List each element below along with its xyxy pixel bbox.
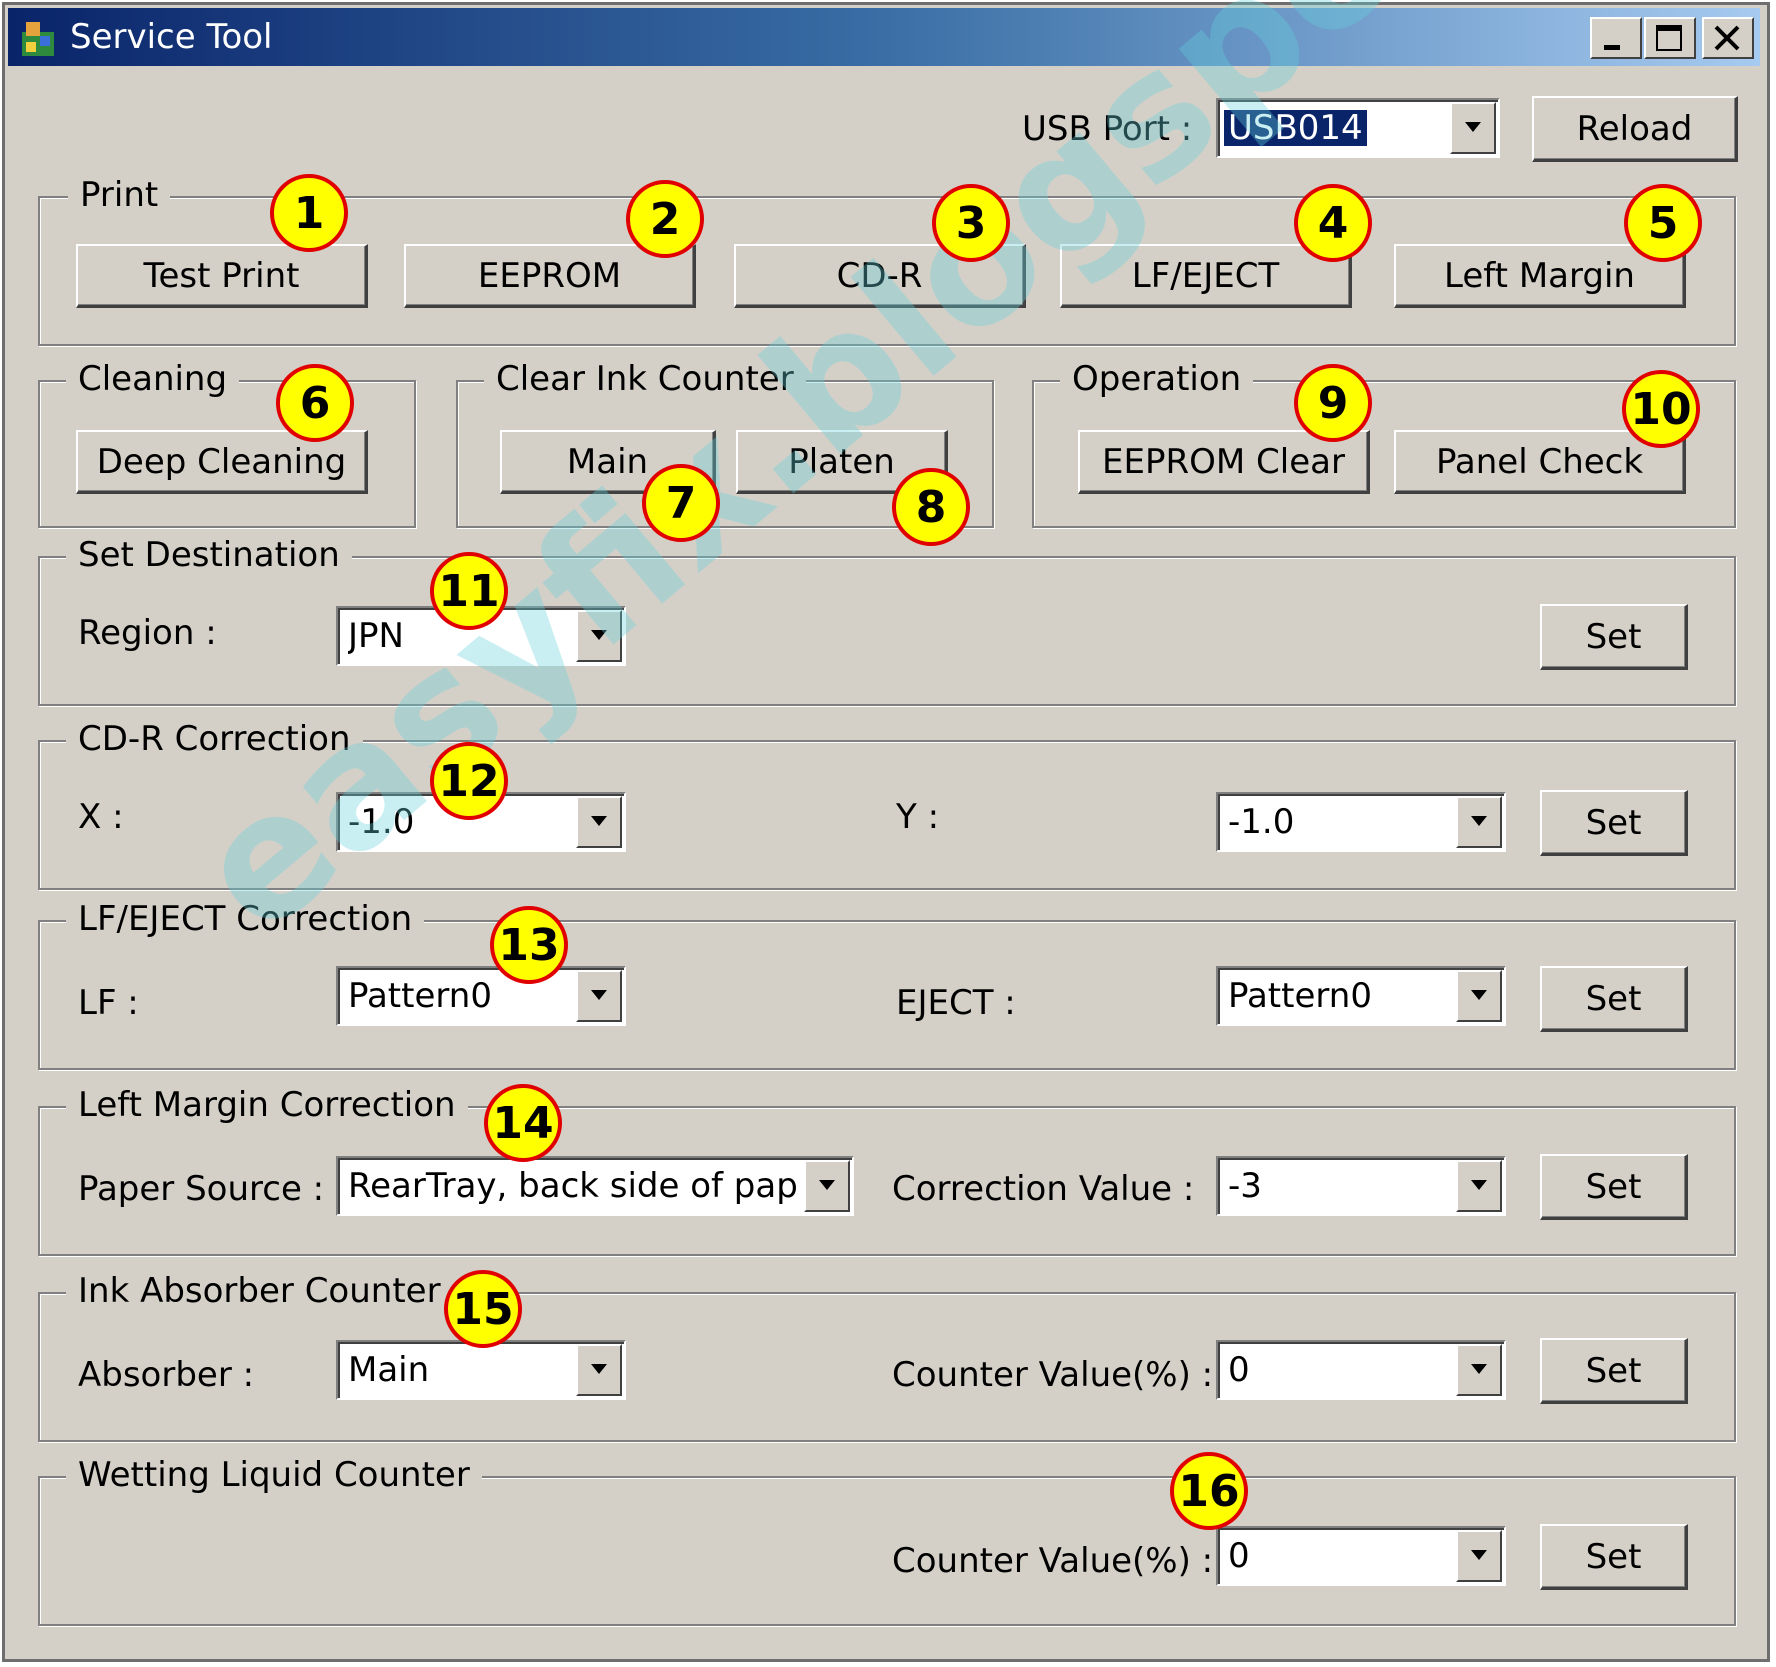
reload-button[interactable]: Reload bbox=[1532, 96, 1738, 162]
title-bar[interactable]: Service Tool bbox=[8, 8, 1760, 66]
annotation-badge-7: 7 bbox=[642, 464, 720, 542]
annotation-badge-1: 1 bbox=[270, 174, 348, 252]
cd-r-x-label: X : bbox=[78, 797, 124, 837]
absorber-value: Main bbox=[348, 1352, 430, 1388]
wetting-counter-dropdown-button[interactable] bbox=[1456, 1530, 1502, 1582]
absorber-counter-value-select[interactable]: 0 bbox=[1216, 1340, 1506, 1400]
wetting-liquid-counter-legend: Wetting Liquid Counter bbox=[66, 1458, 482, 1492]
app-icon bbox=[18, 18, 58, 58]
chevron-down-icon bbox=[1471, 1550, 1487, 1560]
annotation-badge-6: 6 bbox=[276, 364, 354, 442]
wetting-set-button[interactable]: Set bbox=[1540, 1524, 1688, 1590]
chevron-down-icon bbox=[1471, 1180, 1487, 1190]
cd-r-y-select[interactable]: -1.0 bbox=[1216, 792, 1506, 852]
print-legend: Print bbox=[68, 178, 171, 212]
ink-absorber-set-button[interactable]: Set bbox=[1540, 1338, 1688, 1404]
annotation-badge-10: 10 bbox=[1622, 370, 1700, 448]
set-destination-legend: Set Destination bbox=[66, 538, 352, 572]
test-print-button[interactable]: Test Print bbox=[76, 244, 368, 308]
wetting-counter-value: 0 bbox=[1228, 1538, 1250, 1574]
correction-value: -3 bbox=[1228, 1168, 1262, 1204]
lf-label: LF : bbox=[78, 983, 139, 1023]
left-margin-correction-legend: Left Margin Correction bbox=[66, 1088, 468, 1122]
paper-source-label: Paper Source : bbox=[78, 1169, 325, 1209]
annotation-badge-5: 5 bbox=[1624, 184, 1702, 262]
annotation-badge-8: 8 bbox=[892, 468, 970, 546]
correction-value-dropdown-button[interactable] bbox=[1456, 1160, 1502, 1212]
lf-dropdown-button[interactable] bbox=[576, 970, 622, 1022]
annotation-badge-11: 11 bbox=[430, 552, 508, 630]
eject-dropdown-button[interactable] bbox=[1456, 970, 1502, 1022]
absorber-dropdown-button[interactable] bbox=[576, 1344, 622, 1396]
wetting-counter-value-label: Counter Value(%) : bbox=[892, 1541, 1214, 1581]
absorber-counter-value: 0 bbox=[1228, 1352, 1250, 1388]
operation-legend: Operation bbox=[1060, 362, 1254, 396]
annotation-badge-3: 3 bbox=[932, 184, 1010, 262]
cd-r-x-dropdown-button[interactable] bbox=[576, 796, 622, 848]
correction-value-select[interactable]: -3 bbox=[1216, 1156, 1506, 1216]
annotation-badge-12: 12 bbox=[430, 742, 508, 820]
eject-label: EJECT : bbox=[896, 983, 1016, 1023]
chevron-down-icon bbox=[1465, 122, 1481, 132]
eject-value: Pattern0 bbox=[1228, 978, 1372, 1014]
paper-source-select[interactable]: RearTray, back side of pap bbox=[336, 1156, 854, 1216]
set-destination-group bbox=[38, 556, 1736, 706]
annotation-badge-9: 9 bbox=[1294, 364, 1372, 442]
chevron-down-icon bbox=[1471, 1364, 1487, 1374]
paper-source-value: RearTray, back side of pap bbox=[348, 1168, 798, 1204]
ink-absorber-counter-legend: Ink Absorber Counter bbox=[66, 1274, 453, 1308]
correction-value-label: Correction Value : bbox=[892, 1169, 1195, 1209]
lf-select[interactable]: Pattern0 bbox=[336, 966, 626, 1026]
cd-r-y-dropdown-button[interactable] bbox=[1456, 796, 1502, 848]
absorber-counter-value-label: Counter Value(%) : bbox=[892, 1355, 1214, 1395]
minimize-button[interactable] bbox=[1590, 17, 1642, 59]
absorber-select[interactable]: Main bbox=[336, 1340, 626, 1400]
annotation-badge-16: 16 bbox=[1170, 1452, 1248, 1530]
cd-r-y-label: Y : bbox=[896, 797, 940, 837]
minimize-icon bbox=[1604, 45, 1620, 50]
region-label: Region : bbox=[78, 613, 217, 653]
close-button[interactable] bbox=[1702, 17, 1754, 59]
paper-source-dropdown-button[interactable] bbox=[804, 1160, 850, 1212]
annotation-badge-4: 4 bbox=[1294, 184, 1372, 262]
annotation-badge-14: 14 bbox=[484, 1084, 562, 1162]
chevron-down-icon bbox=[591, 990, 607, 1000]
destination-set-button[interactable]: Set bbox=[1540, 604, 1688, 670]
absorber-counter-dropdown-button[interactable] bbox=[1456, 1344, 1502, 1396]
annotation-badge-2: 2 bbox=[626, 180, 704, 258]
cd-r-y-value: -1.0 bbox=[1228, 804, 1295, 840]
maximize-button[interactable] bbox=[1644, 17, 1696, 59]
eject-select[interactable]: Pattern0 bbox=[1216, 966, 1506, 1026]
cd-r-set-button[interactable]: Set bbox=[1540, 790, 1688, 856]
window-title: Service Tool bbox=[70, 17, 273, 57]
absorber-label: Absorber : bbox=[78, 1355, 255, 1395]
annotation-badge-15: 15 bbox=[444, 1270, 522, 1348]
usb-port-dropdown-button[interactable] bbox=[1450, 102, 1496, 154]
cleaning-legend: Cleaning bbox=[66, 362, 240, 396]
chevron-down-icon bbox=[591, 1364, 607, 1374]
close-icon bbox=[1714, 25, 1740, 51]
chevron-down-icon bbox=[1471, 816, 1487, 826]
annotation-badge-13: 13 bbox=[490, 906, 568, 984]
chevron-down-icon bbox=[819, 1180, 835, 1190]
maximize-icon bbox=[1656, 25, 1682, 51]
lf-value: Pattern0 bbox=[348, 978, 492, 1014]
left-margin-set-button[interactable]: Set bbox=[1540, 1154, 1688, 1220]
lf-eject-set-button[interactable]: Set bbox=[1540, 966, 1688, 1032]
wetting-counter-value-select[interactable]: 0 bbox=[1216, 1526, 1506, 1586]
chevron-down-icon bbox=[591, 816, 607, 826]
chevron-down-icon bbox=[1471, 990, 1487, 1000]
